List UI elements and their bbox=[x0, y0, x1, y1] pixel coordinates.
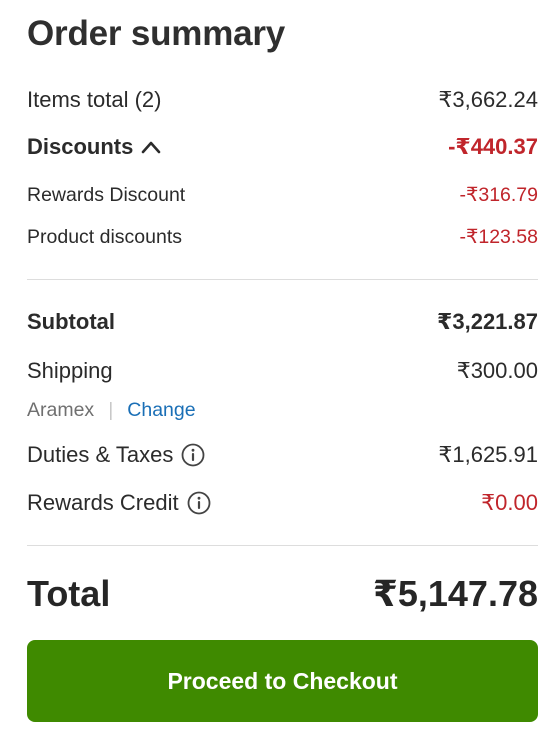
shipping-row: Shipping ₹300.00 bbox=[27, 357, 538, 385]
discounts-value: -₹440.37 bbox=[448, 134, 538, 159]
items-total-row: Items total (2) ₹3,662.24 bbox=[27, 86, 538, 114]
discounts-toggle[interactable]: Discounts bbox=[27, 133, 161, 161]
product-discounts-row: Product discounts -₹123.58 bbox=[27, 223, 538, 251]
total-value: ₹5,147.78 bbox=[372, 573, 538, 614]
separator: | bbox=[108, 399, 114, 421]
rewards-credit-label: Rewards Credit bbox=[27, 490, 179, 515]
duties-taxes-value: ₹1,625.91 bbox=[438, 442, 538, 467]
items-total-label: Items total (2) bbox=[27, 87, 162, 112]
change-shipping-link[interactable]: Change bbox=[127, 396, 195, 424]
rewards-credit-row: Rewards Credit ₹0.00 bbox=[27, 489, 538, 517]
items-total-value: ₹3,662.24 bbox=[438, 87, 538, 112]
divider bbox=[27, 545, 538, 546]
product-discounts-label: Product discounts bbox=[27, 226, 183, 248]
shipping-value: ₹300.00 bbox=[456, 358, 538, 383]
shipping-label: Shipping bbox=[27, 358, 113, 383]
total-row: Total ₹5,147.78 bbox=[27, 572, 538, 616]
order-summary-panel: Order summary Items total (2) ₹3,662.24 … bbox=[0, 0, 560, 732]
order-summary-title: Order summary bbox=[27, 14, 286, 53]
duties-taxes-label: Duties & Taxes bbox=[27, 442, 174, 467]
rewards-discount-label: Rewards Discount bbox=[27, 184, 186, 206]
shipping-carrier: Aramex bbox=[27, 399, 95, 421]
rewards-discount-row: Rewards Discount -₹316.79 bbox=[27, 181, 538, 209]
divider bbox=[27, 279, 538, 280]
subtotal-row: Subtotal ₹3,221.87 bbox=[27, 308, 538, 336]
shipping-carrier-row: Aramex | Change bbox=[27, 396, 538, 424]
subtotal-label: Subtotal bbox=[27, 309, 115, 334]
duties-taxes-row: Duties & Taxes ₹1,625.91 bbox=[27, 441, 538, 469]
subtotal-value: ₹3,221.87 bbox=[437, 309, 538, 334]
info-icon[interactable] bbox=[181, 443, 205, 467]
rewards-discount-value: -₹316.79 bbox=[459, 184, 538, 206]
chevron-up-icon bbox=[142, 141, 161, 154]
product-discounts-value: -₹123.58 bbox=[459, 226, 538, 248]
discounts-label: Discounts bbox=[27, 134, 134, 159]
rewards-credit-value: ₹0.00 bbox=[481, 490, 538, 515]
proceed-to-checkout-button[interactable]: Proceed to Checkout bbox=[27, 640, 538, 722]
total-label: Total bbox=[27, 573, 111, 614]
discounts-row: Discounts -₹440.37 bbox=[27, 133, 538, 161]
info-icon[interactable] bbox=[187, 491, 211, 515]
